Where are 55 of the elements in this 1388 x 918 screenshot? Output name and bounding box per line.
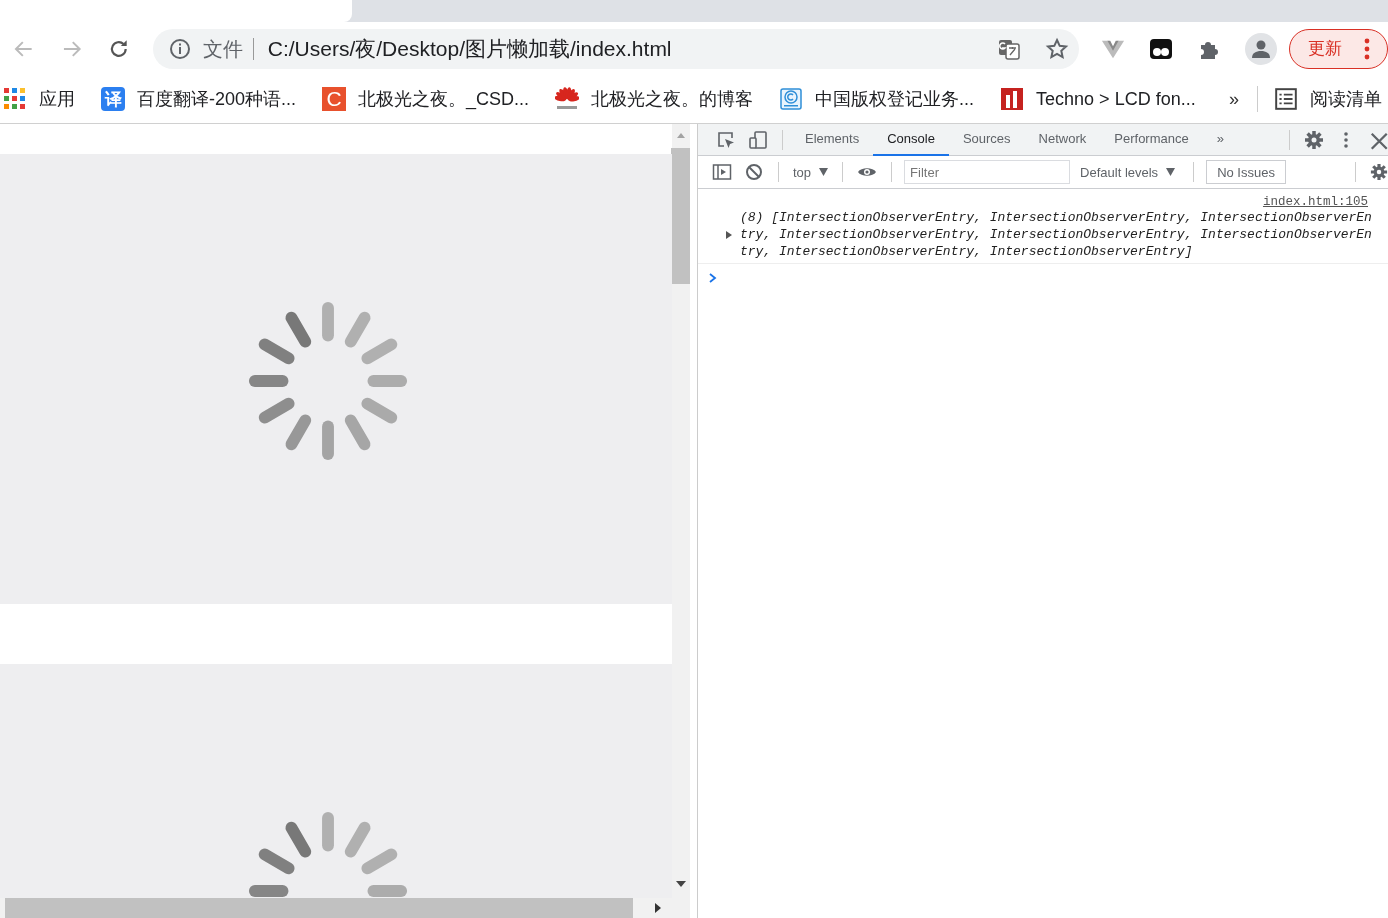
clear-console-icon[interactable]: [744, 162, 764, 182]
dropdown-arrow-icon: [1166, 168, 1176, 176]
inspect-icon[interactable]: [716, 129, 736, 150]
info-icon[interactable]: [168, 37, 191, 60]
copyright-icon: [779, 87, 804, 111]
url-text: C:/Users/夜/Desktop/图片懒加载/index.html: [267, 35, 673, 62]
device-icon[interactable]: [748, 129, 768, 150]
settings-icon[interactable]: [1370, 162, 1388, 182]
expand-arrow-icon[interactable]: [724, 229, 734, 240]
devtools-tab[interactable]: Console: [873, 123, 949, 156]
bookmark-label: 百度翻译-200种语...: [137, 88, 297, 111]
devtools-tab[interactable]: Performance: [1100, 123, 1203, 156]
bookmark-label: Techno > LCD fon...: [1036, 88, 1196, 110]
console-message: (8) [IntersectionObserverEntry, IntersectionObserverEntry, IntersectionObserverEntry, IntersectionObserverEntry, IntersectionObserverEntry, IntersectionObserverEntry, IntersectionObserverEntry, IntersectionObserverEntry]: [740, 209, 1373, 260]
scroll-down-icon[interactable]: [675, 880, 688, 888]
apps-grid-icon: [3, 87, 27, 111]
filter-field[interactable]: Filter: [904, 160, 1071, 184]
prompt-icon[interactable]: [708, 272, 718, 284]
dropdown-arrow-icon: [819, 168, 829, 176]
settings-icon[interactable]: [1304, 129, 1324, 150]
avatar[interactable]: [1245, 32, 1278, 65]
more-tabs-button[interactable]: »: [1202, 123, 1238, 156]
bookmark-label: 北极光之夜。_CSD...: [358, 88, 530, 111]
bars-logo-icon: [1000, 87, 1025, 111]
context-selector[interactable]: top: [787, 164, 835, 180]
more-bookmarks-button[interactable]: »: [1229, 88, 1239, 110]
bookmark[interactable]: 北极光之夜。的博客: [555, 87, 754, 111]
translate-badge-icon: 译: [101, 87, 125, 111]
list-icon: [1274, 87, 1298, 111]
bookmark-label: 中国版权登记业务...: [815, 88, 975, 111]
devtools-tab[interactable]: Sources: [948, 123, 1025, 156]
bookmark-label: 北极光之夜。的博客: [591, 88, 754, 111]
scrollbar-thumb[interactable]: [671, 148, 692, 284]
bookmark[interactable]: 应用: [3, 87, 75, 111]
devtools-tab[interactable]: Elements: [791, 123, 874, 156]
bookmark-label: 应用: [39, 88, 75, 111]
dots-extension-icon[interactable]: [1149, 36, 1174, 61]
letter-badge-icon: C: [322, 87, 347, 111]
address-bar[interactable]: 文件 C:/Users/夜/Desktop/图片懒加载/index.html: [152, 28, 1080, 69]
bookmark[interactable]: 中国版权登记业务...: [779, 87, 975, 111]
bookmark[interactable]: Techno > LCD fon...: [1000, 87, 1196, 111]
update-button[interactable]: 更新: [1289, 28, 1388, 69]
sidebar-toggle-icon[interactable]: [712, 162, 732, 182]
bookmark[interactable]: C 北极光之夜。_CSD...: [322, 87, 530, 111]
bookmark[interactable]: 译 百度翻译-200种语...: [101, 87, 297, 111]
reading-list-button[interactable]: 阅读清单: [1274, 87, 1382, 111]
flower-logo-icon: [555, 87, 580, 111]
person-icon: [1251, 38, 1272, 59]
issues-button[interactable]: No Issues: [1206, 160, 1286, 184]
star-icon[interactable]: [1045, 36, 1070, 61]
more-vertical-icon[interactable]: [1364, 37, 1371, 60]
source-link[interactable]: index.html:105: [1262, 195, 1368, 209]
devtools-tab[interactable]: Network: [1024, 123, 1101, 156]
url-scheme-label: 文件: [202, 37, 254, 60]
log-levels-dropdown[interactable]: Default levels: [1070, 164, 1186, 180]
